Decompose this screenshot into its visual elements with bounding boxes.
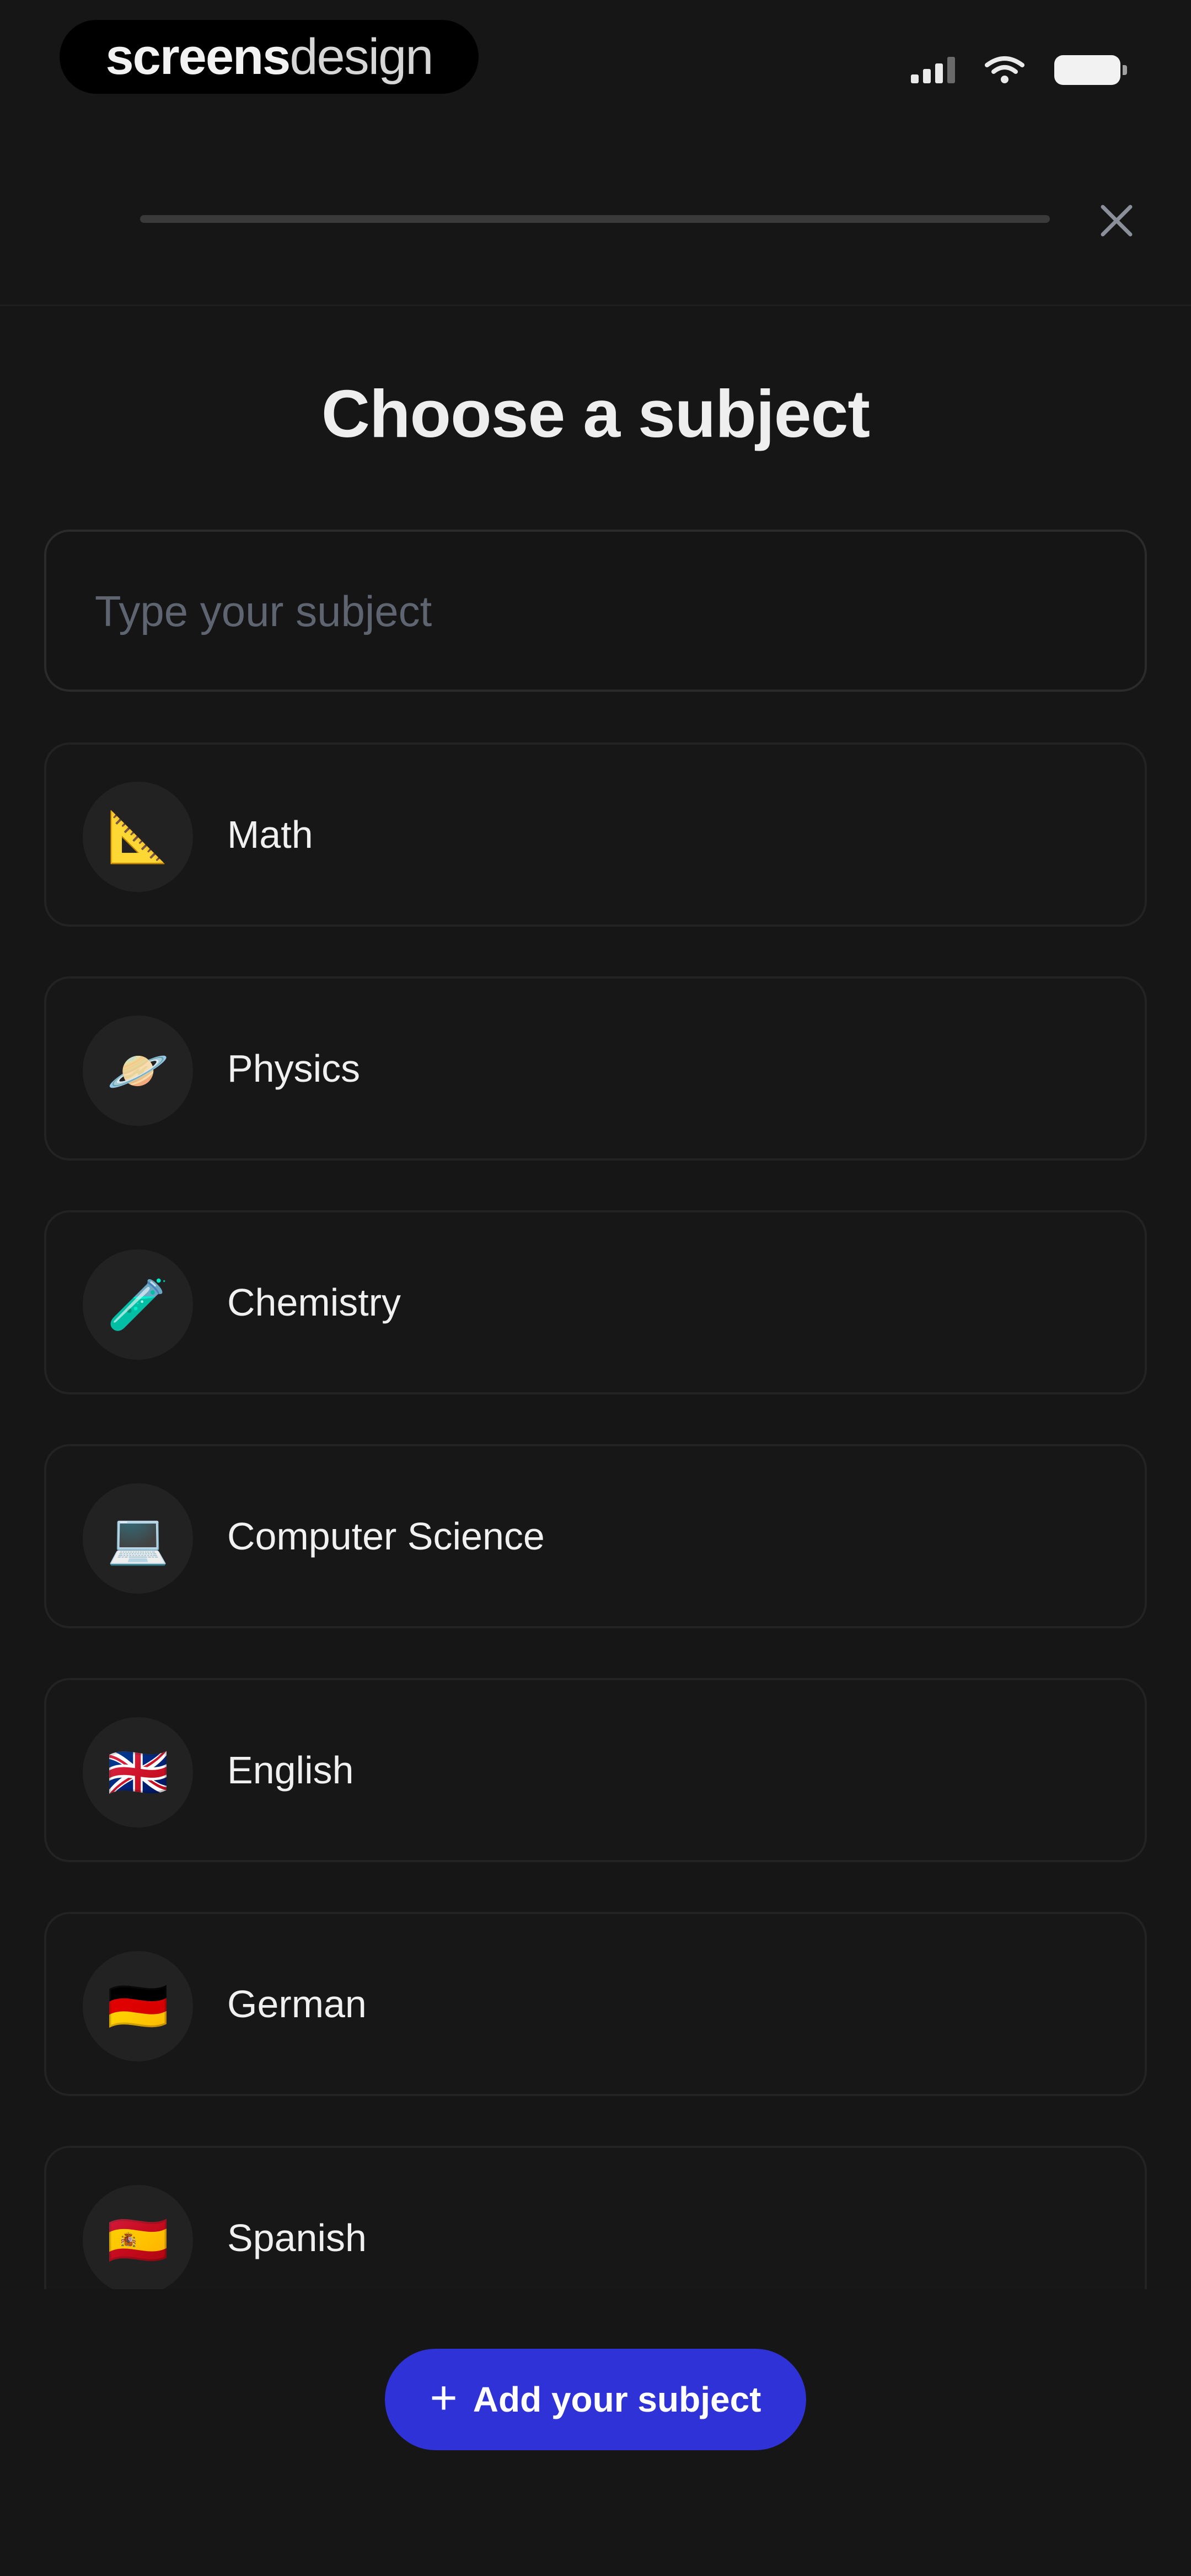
- subject-label: Computer Science: [227, 1515, 545, 1558]
- spanish-flag-icon: 🇪🇸: [83, 2185, 193, 2295]
- planet-icon: 🪐: [83, 1016, 193, 1126]
- progress-bar: [140, 215, 1050, 223]
- subject-item-math[interactable]: 📐 Math: [44, 742, 1147, 927]
- laptop-icon: 💻: [83, 1483, 193, 1594]
- subject-item-english[interactable]: 🇬🇧 English: [44, 1678, 1147, 1862]
- subject-label: Chemistry: [227, 1281, 401, 1324]
- header-divider: [0, 304, 1191, 306]
- uk-flag-icon: 🇬🇧: [83, 1717, 193, 1827]
- subject-item-german[interactable]: 🇩🇪 German: [44, 1912, 1147, 2096]
- brand-logo: screens design: [60, 20, 479, 94]
- subject-label: English: [227, 1749, 354, 1792]
- add-subject-label: Add your subject: [473, 2380, 761, 2419]
- add-subject-button[interactable]: + Add your subject: [385, 2349, 806, 2450]
- page-title: Choose a subject: [321, 376, 870, 451]
- search-field: [44, 530, 1147, 692]
- wifi-icon: [985, 56, 1024, 83]
- status-bar: screens design: [0, 0, 1191, 132]
- close-button[interactable]: [1095, 199, 1139, 243]
- signal-icon: [911, 57, 955, 83]
- close-icon: [1101, 205, 1133, 237]
- subject-list: 📐 Math 🪐 Physics 🧪 Chemistry 💻 Computer …: [44, 742, 1147, 2317]
- search-input[interactable]: [94, 532, 1099, 691]
- test-tube-icon: 🧪: [83, 1249, 193, 1360]
- brand-text-bold: screens: [105, 28, 291, 85]
- plus-icon: +: [430, 2371, 458, 2424]
- subject-label: Math: [227, 813, 313, 856]
- status-icons: [911, 51, 1127, 89]
- subject-picker-screen: screensdesign Choose a subject 📐: [0, 0, 1191, 2576]
- triangle-ruler-icon: 📐: [83, 782, 193, 892]
- battery-icon: [1054, 55, 1127, 85]
- german-flag-icon: 🇩🇪: [83, 1951, 193, 2061]
- subject-label: German: [227, 1982, 367, 2025]
- brand-text-light: design: [289, 28, 433, 85]
- subject-item-chemistry[interactable]: 🧪 Chemistry: [44, 1210, 1147, 1394]
- subject-item-computer-science[interactable]: 💻 Computer Science: [44, 1444, 1147, 1628]
- subject-item-physics[interactable]: 🪐 Physics: [44, 976, 1147, 1161]
- subject-label: Physics: [227, 1047, 361, 1090]
